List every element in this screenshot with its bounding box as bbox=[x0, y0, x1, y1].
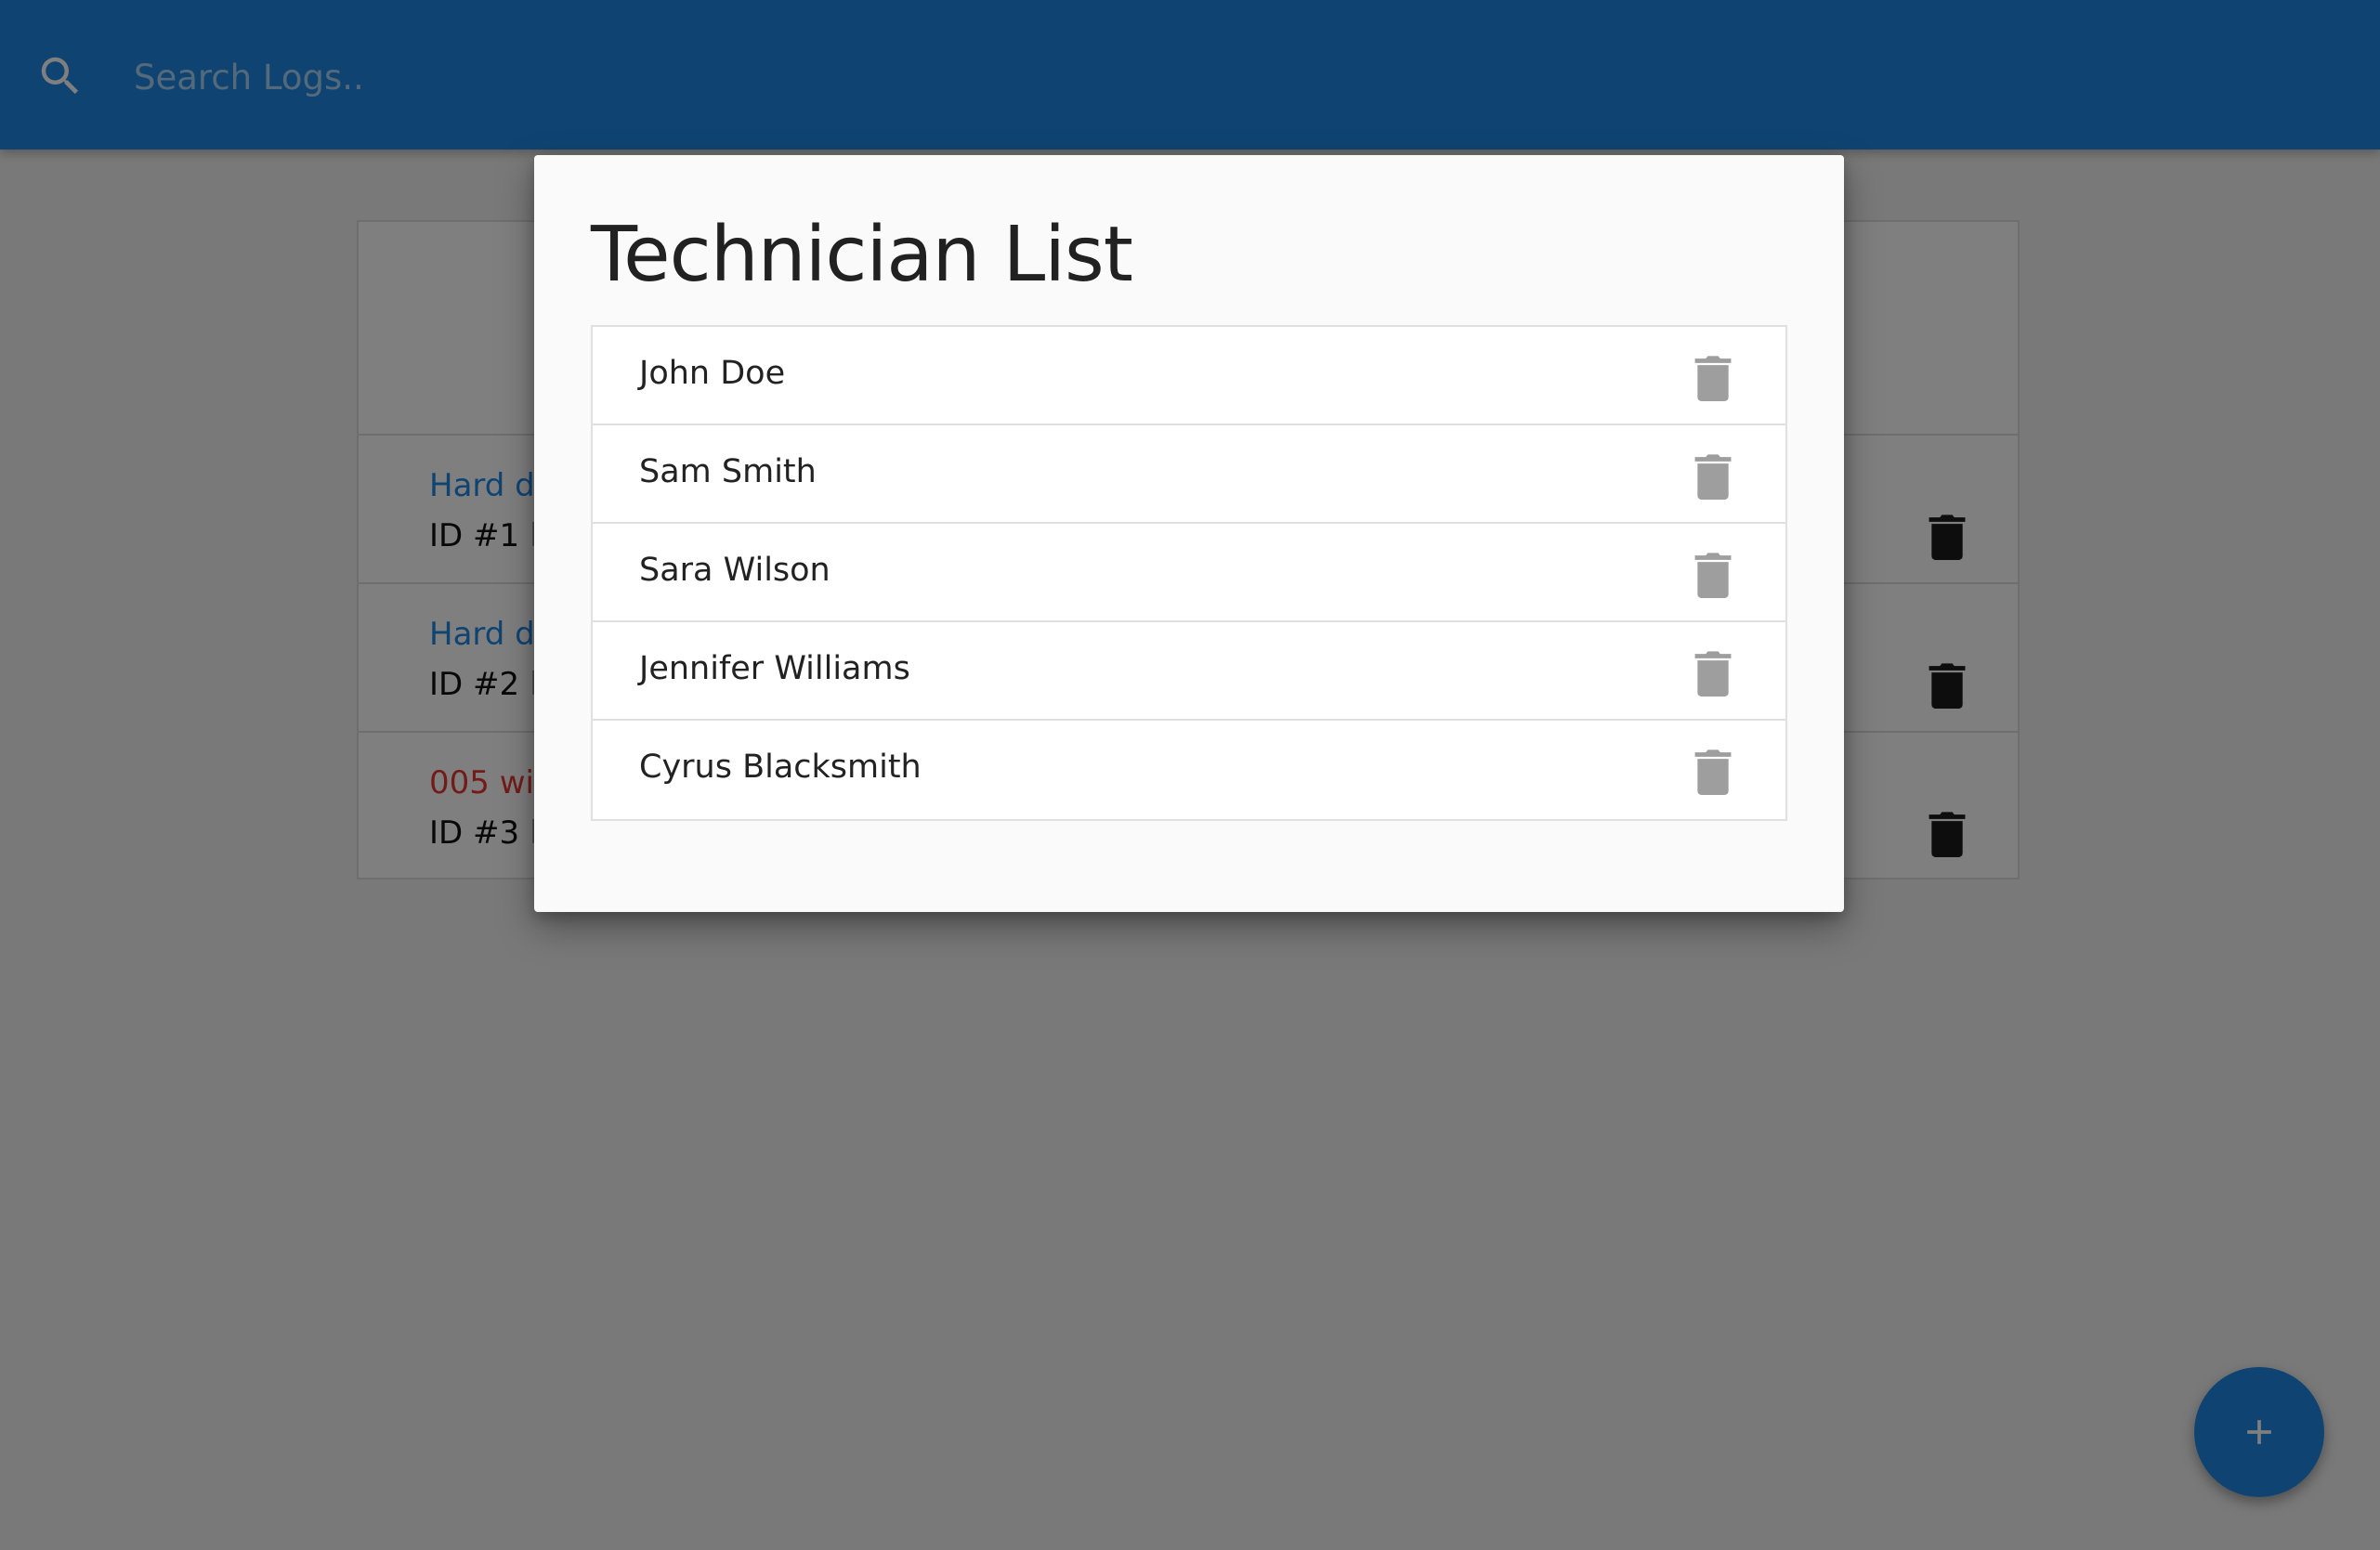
technician-name: Sam Smith bbox=[639, 453, 817, 490]
technician-name: Jennifer Williams bbox=[639, 650, 910, 687]
technician-item: Cyrus Blacksmith bbox=[593, 721, 1785, 819]
technician-name: John Doe bbox=[639, 355, 786, 392]
technician-item: Sara Wilson bbox=[593, 524, 1785, 622]
technician-item: Jennifer Williams bbox=[593, 622, 1785, 721]
technician-item: Sam Smith bbox=[593, 425, 1785, 524]
trash-icon[interactable] bbox=[1694, 749, 1732, 795]
trash-icon[interactable] bbox=[1694, 453, 1732, 500]
trash-icon[interactable] bbox=[1694, 552, 1732, 598]
trash-icon[interactable] bbox=[1694, 355, 1732, 401]
technician-list: John Doe Sam Smith Sara Wilson Jennifer … bbox=[591, 325, 1787, 821]
modal-title: Technician List bbox=[591, 211, 1133, 299]
technician-item: John Doe bbox=[593, 327, 1785, 425]
technician-list-modal: Technician List John Doe Sam Smith Sara … bbox=[534, 155, 1844, 912]
technician-name: Sara Wilson bbox=[639, 552, 830, 589]
trash-icon[interactable] bbox=[1694, 650, 1732, 697]
technician-name: Cyrus Blacksmith bbox=[639, 749, 922, 786]
